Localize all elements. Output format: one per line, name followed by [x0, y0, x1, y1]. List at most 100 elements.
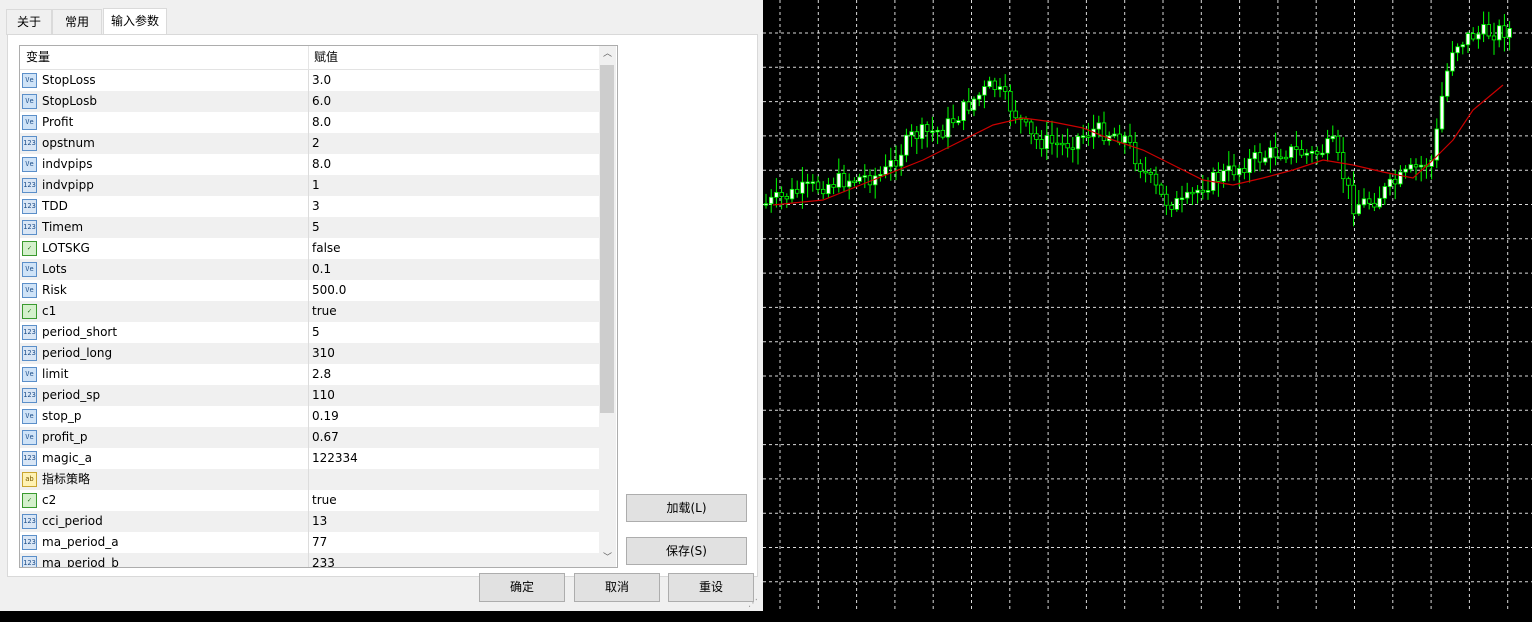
parameter-value[interactable]: true [312, 301, 337, 322]
load-button[interactable]: 加载(L) [626, 494, 747, 522]
parameter-row[interactable]: ✓ c1 true [20, 301, 599, 322]
parameter-row[interactable]: Ve indvpips 8.0 [20, 154, 599, 175]
parameter-value[interactable]: 110 [312, 385, 335, 406]
parameter-value[interactable]: 122334 [312, 448, 358, 469]
reset-button[interactable]: 重设 [668, 573, 754, 602]
ok-button[interactable]: 确定 [479, 573, 565, 602]
candle-body [898, 154, 904, 167]
candle-body [1367, 198, 1372, 204]
parameter-row[interactable]: 123 Timem 5 [20, 217, 599, 238]
tab-inputs[interactable]: 输入参数 [103, 8, 167, 37]
candle-body [1393, 178, 1398, 185]
scrollbar-thumb[interactable] [600, 65, 614, 413]
parameter-row[interactable]: 123 TDD 3 [20, 196, 599, 217]
grid-header: 变量 赋值 [20, 46, 599, 70]
parameter-row[interactable]: 123 period_long 310 [20, 343, 599, 364]
candle-body [1044, 135, 1049, 150]
parameters-grid: 变量 赋值 Ve StopLoss 3.0 Ve StopLosb 6.0 Ve Profit… [19, 45, 618, 568]
status-bar [0, 611, 1532, 622]
candle-body [873, 175, 878, 186]
parameter-value[interactable]: 6.0 [312, 91, 331, 112]
cancel-button[interactable]: 取消 [574, 573, 660, 602]
cell-divider [308, 154, 309, 175]
parameter-row[interactable]: 123 cci_period 13 [20, 511, 599, 532]
price-chart[interactable] [763, 0, 1532, 611]
candle-body [1096, 122, 1101, 130]
parameter-value[interactable]: 5 [312, 322, 320, 343]
parameter-row[interactable]: Ve Risk 500.0 [20, 280, 599, 301]
parameter-value[interactable]: 8.0 [312, 154, 331, 175]
double-type-icon: Ve [22, 94, 37, 109]
column-header-value[interactable]: 赋值 [314, 46, 338, 69]
parameter-value[interactable]: 13 [312, 511, 327, 532]
parameter-value[interactable]: false [312, 238, 341, 259]
candle-body [1497, 25, 1502, 41]
parameter-name: magic_a [42, 451, 92, 465]
tab-common[interactable]: 常用 [52, 9, 102, 35]
parameter-row[interactable]: 123 indvpipp 1 [20, 175, 599, 196]
candle-body [1164, 193, 1169, 206]
parameter-row[interactable]: Ve StopLosb 6.0 [20, 91, 599, 112]
column-header-variable[interactable]: 变量 [26, 46, 50, 69]
parameter-row[interactable]: 123 ma_period_b 233 [20, 553, 599, 567]
parameter-row[interactable]: 123 ma_period_a 77 [20, 532, 599, 553]
parameter-value[interactable]: 0.67 [312, 427, 339, 448]
parameter-value[interactable]: 3 [312, 196, 320, 217]
candle-body [909, 131, 914, 136]
parameter-value[interactable]: 5 [312, 217, 320, 238]
bool-type-icon: ✓ [22, 493, 37, 508]
parameter-value[interactable]: 310 [312, 343, 335, 364]
candle-body [1268, 147, 1273, 159]
parameter-row[interactable]: Ve StopLoss 3.0 [20, 70, 599, 91]
parameter-value[interactable]: 0.1 [312, 259, 331, 280]
parameter-row[interactable]: Ve Profit 8.0 [20, 112, 599, 133]
candle-body [1143, 170, 1148, 174]
parameter-value[interactable]: 77 [312, 532, 327, 553]
column-divider[interactable] [308, 46, 309, 69]
candle-body [1184, 191, 1190, 199]
integer-type-icon: 123 [22, 535, 37, 550]
double-type-icon: Ve [22, 409, 37, 424]
candle-body [795, 188, 800, 194]
candle-body [769, 196, 774, 205]
resize-grip-icon[interactable]: ⋰ [748, 598, 760, 610]
parameter-value[interactable]: 233 [312, 553, 335, 567]
tab-about[interactable]: 关于 [6, 9, 52, 35]
parameter-row[interactable]: ab 指标策略 [20, 469, 599, 490]
parameter-name: c2 [42, 493, 57, 507]
parameter-value[interactable]: true [312, 490, 337, 511]
parameter-value[interactable]: 1 [312, 175, 320, 196]
parameter-row[interactable]: 123 period_short 5 [20, 322, 599, 343]
parameter-value[interactable]: 8.0 [312, 112, 331, 133]
parameter-row[interactable]: Ve limit 2.8 [20, 364, 599, 385]
parameter-value[interactable]: 2 [312, 133, 320, 154]
parameter-name: opstnum [42, 136, 95, 150]
parameter-name: c1 [42, 304, 57, 318]
candle-body [779, 191, 784, 197]
parameter-value[interactable]: 2.8 [312, 364, 331, 385]
scroll-up-arrow-icon[interactable]: ︿ [599, 46, 616, 63]
parameter-row[interactable]: Ve stop_p 0.19 [20, 406, 599, 427]
candle-body [1471, 33, 1476, 40]
parameter-row[interactable]: 123 period_sp 110 [20, 385, 599, 406]
parameter-row[interactable]: 123 magic_a 122334 [20, 448, 599, 469]
parameter-row[interactable]: ✓ LOTSKG false [20, 238, 599, 259]
save-button[interactable]: 保存(S) [626, 537, 747, 565]
candle-body [774, 191, 779, 198]
parameter-value[interactable]: 0.19 [312, 406, 339, 427]
candle-body [1200, 189, 1205, 193]
candle-body [1080, 135, 1086, 138]
candle-body [1346, 178, 1351, 186]
parameter-row[interactable]: ✓ c2 true [20, 490, 599, 511]
parameter-name: 指标策略 [42, 472, 91, 486]
parameter-value[interactable]: 500.0 [312, 280, 346, 301]
parameter-value[interactable]: 3.0 [312, 70, 331, 91]
vertical-scrollbar[interactable]: ︿ ﹀ [599, 46, 616, 567]
candle-body [1419, 164, 1424, 168]
parameter-row[interactable]: 123 opstnum 2 [20, 133, 599, 154]
candle-body [1221, 170, 1226, 182]
parameter-row[interactable]: Ve profit_p 0.67 [20, 427, 599, 448]
parameter-row[interactable]: Ve Lots 0.1 [20, 259, 599, 280]
candle-body [1283, 156, 1289, 160]
scroll-down-arrow-icon[interactable]: ﹀ [599, 550, 616, 567]
